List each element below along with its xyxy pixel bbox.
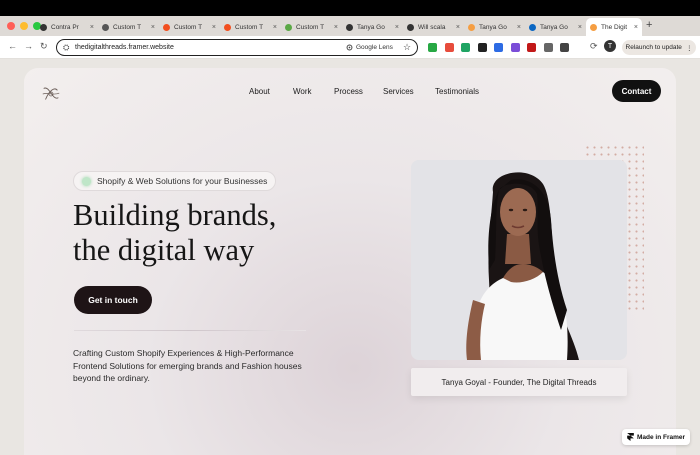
extension-3-icon[interactable] (477, 43, 487, 52)
tab-favicon-icon (285, 23, 292, 31)
divider (74, 330, 306, 331)
tab-favicon-icon (224, 23, 231, 31)
nav-process-link[interactable]: Process (334, 87, 363, 96)
digital-threads-logo-icon[interactable] (40, 83, 62, 105)
extension-1-icon[interactable] (444, 43, 454, 52)
extension-2-icon[interactable] (461, 43, 470, 52)
status-dot-icon (82, 176, 91, 186)
os-top-bar (0, 0, 700, 16)
tab-1[interactable]: Custom T × (98, 18, 159, 36)
tab-9-active[interactable]: The Digit × (586, 18, 642, 36)
tab-0[interactable]: Contra Pr × (36, 18, 98, 36)
founder-portrait-illustration (411, 160, 627, 360)
tab-6[interactable]: Will scala × (403, 18, 464, 36)
tab-close-icon[interactable]: × (517, 24, 521, 31)
forward-icon[interactable]: → (24, 41, 33, 51)
tab-2[interactable]: Custom T × (159, 18, 220, 36)
tab-close-icon[interactable]: × (334, 24, 338, 31)
founder-caption: Tanya Goyal - Founder, The Digital Threa… (411, 368, 627, 396)
tab-7[interactable]: Tanya Go × (464, 18, 525, 36)
tab-close-icon[interactable]: × (456, 24, 460, 31)
tab-favicon-icon (40, 23, 47, 31)
nav-testimonials-link[interactable]: Testimonials (435, 87, 479, 96)
lens-icon (346, 44, 353, 50)
hero-description: Crafting Custom Shopify Experiences & Hi… (73, 348, 302, 383)
relaunch-button[interactable]: Relaunch to update ⋮ (622, 40, 696, 55)
tab-favicon-icon (468, 23, 475, 31)
reload-icon[interactable]: ↻ (40, 41, 48, 52)
close-window-button[interactable] (7, 22, 15, 30)
extension-8-icon[interactable] (560, 43, 569, 52)
nav-services-link[interactable]: Services (383, 87, 414, 96)
extension-6-icon[interactable] (527, 43, 536, 52)
tab-5[interactable]: Tanya Go × (342, 18, 403, 36)
extension-4-icon[interactable] (494, 43, 503, 52)
website-page: About Work Process Services Testimonials… (24, 68, 676, 455)
google-lens-button[interactable]: Google Lens (346, 44, 393, 51)
founder-photo (411, 160, 627, 360)
nav-about-link[interactable]: About (249, 87, 270, 96)
tab-8[interactable]: Tanya Go × (525, 18, 586, 36)
tab-strip: Contra Pr × Custom T × Custom T × Custom… (0, 16, 700, 36)
tab-4[interactable]: Custom T × (281, 18, 342, 36)
tab-favicon-icon (590, 23, 597, 31)
tab-close-icon[interactable]: × (273, 24, 277, 31)
bookmark-star-icon[interactable]: ☆ (403, 42, 411, 53)
tab-close-icon[interactable]: × (212, 24, 216, 31)
url-text[interactable]: thedigitalthreads.framer.website (75, 44, 174, 51)
tab-favicon-icon (102, 23, 109, 31)
address-bar[interactable]: ⛭ thedigitalthreads.framer.website Googl… (56, 39, 418, 56)
browser-toolbar: ← → ↻ ⛭ thedigitalthreads.framer.website… (0, 36, 700, 59)
site-info-icon[interactable]: ⛭ (63, 43, 69, 53)
tab-close-icon[interactable]: × (395, 24, 399, 31)
extension-7-icon[interactable] (543, 43, 553, 52)
hero-headline: Building brands, the digital way (73, 198, 277, 267)
nav-work-link[interactable]: Work (293, 87, 312, 96)
back-icon[interactable]: ← (8, 41, 17, 51)
framer-logo-icon (627, 433, 634, 441)
contact-button[interactable]: Contact (612, 80, 661, 102)
tab-favicon-icon (529, 23, 536, 31)
tab-close-icon[interactable]: × (90, 24, 94, 31)
account-sync-icon[interactable]: ⟳ (590, 41, 598, 52)
tagline-badge: Shopify & Web Solutions for your Busines… (73, 171, 277, 191)
tab-favicon-icon (346, 23, 353, 31)
tab-favicon-icon (407, 23, 414, 31)
made-in-framer-badge[interactable]: Made in Framer (622, 429, 690, 445)
extension-5-icon[interactable] (510, 43, 520, 52)
extension-0-icon[interactable] (428, 43, 437, 52)
tab-favicon-icon (163, 23, 170, 31)
get-in-touch-button[interactable]: Get in touch (74, 286, 152, 314)
minimize-window-button[interactable] (20, 22, 28, 30)
tab-close-icon[interactable]: × (578, 24, 582, 31)
tab-close-icon[interactable]: × (634, 24, 638, 31)
profile-avatar[interactable]: T (604, 40, 616, 52)
more-icon: ⋮ (685, 44, 693, 52)
tab-3[interactable]: Custom T × (220, 18, 281, 36)
new-tab-button[interactable]: + (646, 19, 652, 31)
tab-close-icon[interactable]: × (151, 24, 155, 31)
